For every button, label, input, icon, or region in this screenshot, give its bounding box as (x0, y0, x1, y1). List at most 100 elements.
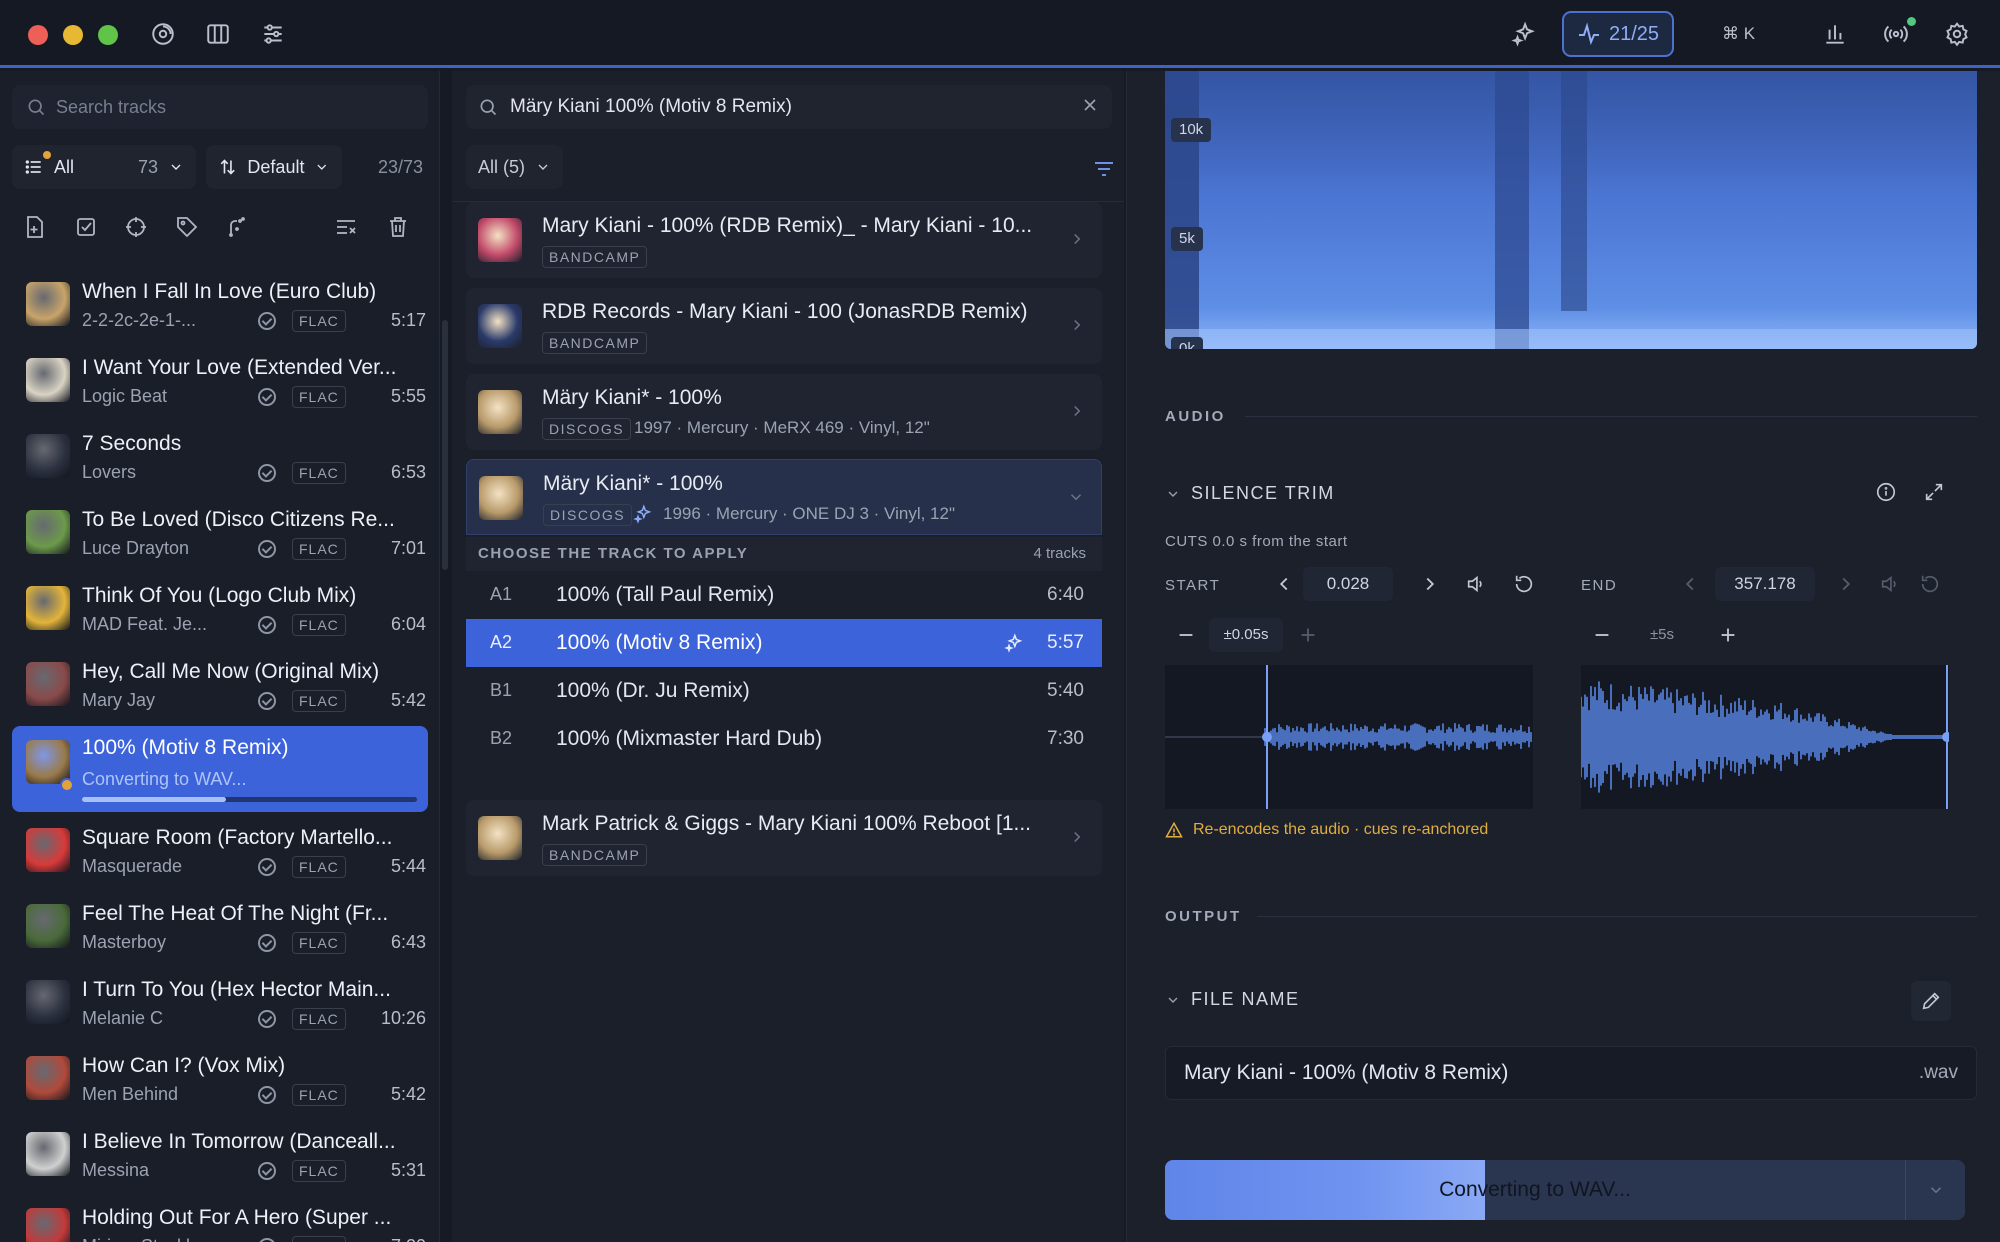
sliders-icon[interactable] (255, 16, 291, 52)
vinyl-icon[interactable] (145, 16, 181, 52)
check-circle-icon (258, 616, 276, 634)
select-checkbox-icon[interactable] (68, 209, 104, 245)
command-palette-shortcut[interactable]: ⌘ K (1722, 24, 1755, 44)
chevron-down-icon (1168, 491, 1178, 497)
track-row[interactable]: When I Fall In Love (Euro Club) 2-2-2c-2e… (12, 268, 428, 344)
end-step-field[interactable]: ±5s (1625, 618, 1699, 652)
track-list-scrollbar[interactable] (442, 320, 448, 570)
chevron-right-icon[interactable] (1833, 571, 1859, 597)
plus-icon[interactable] (1295, 622, 1321, 648)
match-result[interactable]: Mark Patrick & Giggs - Mary Kiani 100% R… (466, 800, 1102, 876)
result-title: Mary Kiani - 100% (RDB Remix)_ - Mary Ki… (542, 214, 1033, 237)
end-value-field[interactable]: 357.178 (1715, 567, 1815, 601)
chevron-left-icon[interactable] (1677, 571, 1703, 597)
waveform-graphic (1581, 665, 1949, 809)
target-icon[interactable] (118, 209, 154, 245)
chevron-left-icon[interactable] (1271, 571, 1297, 597)
track-search-input[interactable] (56, 96, 416, 118)
sort-icon (220, 159, 235, 175)
album-art (26, 1056, 70, 1100)
maximize-window-button[interactable] (98, 25, 118, 45)
silence-trim-toggle[interactable]: SILENCE TRIM (1165, 483, 1335, 504)
speaker-icon[interactable] (1877, 571, 1903, 597)
source-filter-dropdown[interactable]: All (5) (466, 145, 564, 189)
track-row[interactable]: I Believe In Tomorrow (Danceall... Messin… (12, 1118, 428, 1194)
check-circle-icon (258, 1010, 276, 1028)
album-art (26, 1208, 70, 1242)
clear-list-icon[interactable] (328, 209, 364, 245)
release-track-option[interactable]: A1 100% (Tall Paul Remix) 6:40 (466, 571, 1102, 619)
reset-icon[interactable] (1511, 571, 1537, 597)
file-name-toggle[interactable]: FILE NAME (1165, 989, 1300, 1010)
track-row[interactable]: Holding Out For A Hero (Super ... Miriam … (12, 1194, 428, 1242)
track-title: 100% (Motiv 8 Remix) (556, 631, 763, 654)
track-search[interactable] (12, 85, 428, 129)
match-result[interactable]: Mary Kiani - 100% (RDB Remix)_ - Mary Ki… (466, 202, 1102, 278)
import-file-icon[interactable] (16, 209, 52, 245)
result-title: Mark Patrick & Giggs - Mary Kiani 100% R… (542, 812, 1032, 835)
trim-handle[interactable] (1262, 732, 1272, 742)
sequence-icon[interactable] (219, 209, 255, 245)
match-result[interactable]: RDB Records - Mary Kiani - 100 (JonasRDB… (466, 288, 1102, 364)
convert-options-button[interactable] (1905, 1160, 1965, 1220)
track-row[interactable]: 7 Seconds Lovers FLAC 6:53 (12, 420, 428, 496)
result-title: Märy Kiani* - 100% (542, 386, 722, 409)
bar-chart-icon[interactable] (1817, 16, 1853, 52)
track-row[interactable]: To Be Loved (Disco Citizens Re... Luce Dr… (12, 496, 428, 572)
sort-dropdown[interactable]: Default (206, 145, 342, 189)
tag-icon[interactable] (169, 209, 205, 245)
album-art (26, 358, 70, 402)
track-row[interactable]: Square Room (Factory Martello... Masquera… (12, 814, 428, 890)
track-duration: 5:42 (390, 690, 426, 710)
trash-icon[interactable] (380, 209, 416, 245)
track-title: I Turn To You (Hex Hector Main... (82, 978, 391, 1001)
start-value-field[interactable]: 0.028 (1303, 567, 1393, 601)
track-title: 100% (Motiv 8 Remix) (82, 736, 289, 759)
list-filter-dropdown[interactable]: All 73 (12, 145, 196, 189)
minus-icon[interactable] (1589, 622, 1615, 648)
close-window-button[interactable] (28, 25, 48, 45)
chevron-right-icon[interactable] (1417, 571, 1443, 597)
track-row[interactable]: Hey, Call Me Now (Original Mix) Mary Jay F… (12, 648, 428, 724)
release-track-option[interactable]: B1 100% (Dr. Ju Remix) 5:40 (466, 667, 1102, 715)
filter-icon[interactable] (1092, 157, 1116, 181)
library-filters: All 73 Default (12, 145, 342, 189)
start-step-field[interactable]: ±0.05s (1209, 618, 1283, 652)
track-row[interactable]: Think Of You (Logo Club Mix) MAD Feat. Je… (12, 572, 428, 648)
gear-icon[interactable] (1939, 16, 1975, 52)
match-search[interactable]: Märy Kiani 100% (Motiv 8 Remix) (466, 85, 1112, 129)
track-row[interactable]: How Can I? (Vox Mix) Men Behind FLAC 5:42 (12, 1042, 428, 1118)
start-waveform[interactable] (1165, 665, 1533, 809)
convert-button[interactable]: Converting to WAV... (1165, 1160, 1965, 1220)
release-art (478, 304, 522, 348)
edit-icon[interactable] (1911, 981, 1951, 1021)
track-row[interactable]: Feel The Heat Of The Night (Fr... Masterb… (12, 890, 428, 966)
sparkles-icon[interactable] (1506, 16, 1542, 52)
match-result[interactable]: Märy Kiani* - 100% DISCOGS 1996 · Mercury … (466, 459, 1102, 535)
end-waveform[interactable] (1581, 665, 1949, 809)
track-row[interactable]: 100% (Motiv 8 Remix) Converting to WAV... (12, 726, 428, 812)
track-duration: 7:30 (1047, 728, 1084, 749)
reset-icon[interactable] (1917, 571, 1943, 597)
release-track-option[interactable]: A2 100% (Motiv 8 Remix) 5:57 (466, 619, 1102, 667)
match-search-value[interactable]: Märy Kiani 100% (Motiv 8 Remix) (510, 96, 792, 118)
track-row[interactable]: I Turn To You (Hex Hector Main... Melanie… (12, 966, 428, 1042)
match-result[interactable]: Märy Kiani* - 100% DISCOGS 1997 · Mercury … (466, 374, 1102, 450)
pulse-icon (1578, 22, 1599, 46)
release-track-option[interactable]: B2 100% (Mixmaster Hard Dub) 7:30 (466, 715, 1102, 763)
expand-icon[interactable] (1921, 479, 1947, 505)
speaker-icon[interactable] (1463, 571, 1489, 597)
track-row[interactable]: I Want Your Love (Extended Ver... Logic B… (12, 344, 428, 420)
trim-handle[interactable] (1942, 732, 1949, 742)
chevron-right-icon (1074, 831, 1081, 843)
track-duration: 6:40 (1047, 584, 1084, 605)
analysis-progress-button[interactable]: 21/25 (1562, 11, 1674, 57)
close-icon[interactable] (1080, 95, 1100, 115)
plus-icon[interactable] (1715, 622, 1741, 648)
minimize-window-button[interactable] (63, 25, 83, 45)
file-name-field[interactable]: Mary Kiani - 100% (Motiv 8 Remix) .wav (1165, 1046, 1977, 1100)
columns-icon[interactable] (200, 16, 236, 52)
library-toolbar (12, 209, 428, 245)
info-icon[interactable] (1873, 479, 1899, 505)
minus-icon[interactable] (1173, 622, 1199, 648)
